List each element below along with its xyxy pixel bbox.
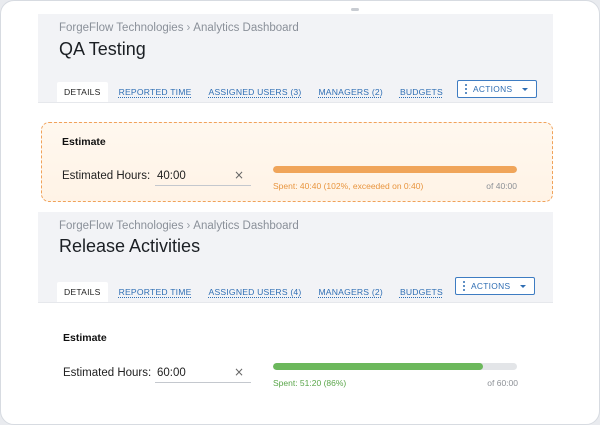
breadcrumb-company[interactable]: ForgeFlow Technologies [59,220,183,232]
tab-bar: DETAILS REPORTED TIME ASSIGNED USERS (4)… [57,282,460,302]
tab-managers[interactable]: MANAGERS (2) [318,287,382,302]
clear-icon[interactable]: × [234,168,244,182]
breadcrumb: ForgeFlow Technologies › Analytics Dashboa… [59,22,299,34]
tab-bar: DETAILS REPORTED TIME ASSIGNED USERS (3)… [57,82,460,102]
progress-bar-fill [273,363,483,370]
breadcrumb-page[interactable]: Analytics Dashboard [193,220,298,232]
tab-details[interactable]: DETAILS [57,82,108,102]
panel-header: ForgeFlow Technologies › Analytics Dashboa… [38,212,553,303]
panel-header: ForgeFlow Technologies › Analytics Dashboa… [38,14,553,103]
tab-assigned-users[interactable]: ASSIGNED USERS (4) [209,287,302,302]
estimate-card: Estimate Estimated Hours: × Spent: 51:20… [41,319,551,399]
spent-text: Spent: 51:20 (86%) [273,378,347,388]
kebab-menu-icon [463,281,465,291]
breadcrumb-company[interactable]: ForgeFlow Technologies [59,22,183,34]
caret-down-icon [520,284,527,288]
tab-assigned-users[interactable]: ASSIGNED USERS (3) [209,87,302,102]
breadcrumb-page[interactable]: Analytics Dashboard [193,22,298,34]
actions-label: ACTIONS [473,84,513,94]
estimated-hours-label: Estimated Hours: [62,170,151,182]
tab-reported-time[interactable]: REPORTED TIME [119,87,192,102]
breadcrumb-separator: › [186,22,191,34]
actions-label: ACTIONS [471,281,511,291]
kebab-menu-icon [465,84,467,94]
page-title: Release Activities [59,236,201,256]
tab-reported-time[interactable]: REPORTED TIME [119,287,192,302]
clear-icon[interactable]: × [234,365,244,379]
breadcrumb-separator: › [186,220,191,232]
actions-button[interactable]: ACTIONS [455,277,536,295]
tab-managers[interactable]: MANAGERS (2) [318,87,382,102]
page-title: QA Testing [59,39,146,59]
estimate-card: Estimate Estimated Hours: × Spent: 40:40… [41,122,553,202]
actions-button[interactable]: ACTIONS [457,80,538,98]
tab-budgets[interactable]: BUDGETS [400,87,443,102]
estimated-hours-label: Estimated Hours: [63,367,152,379]
spent-text: Spent: 40:40 (102%, exceeded on 0:40) [273,181,424,191]
tab-budgets[interactable]: BUDGETS [400,287,443,302]
caret-down-icon [522,87,529,91]
of-total-text: of 40:00 [486,181,517,191]
of-total-text: of 60:00 [487,378,518,388]
progress-bar [273,363,517,370]
estimate-heading: Estimate [63,332,107,344]
breadcrumb: ForgeFlow Technologies › Analytics Dashboa… [59,220,299,232]
progress-bar-fill [273,166,517,173]
app-window: ForgeFlow Technologies › Analytics Dashboa… [0,0,600,425]
tab-details[interactable]: DETAILS [57,282,108,302]
top-divider [351,8,359,11]
progress-bar [273,166,517,173]
estimate-heading: Estimate [62,136,106,148]
